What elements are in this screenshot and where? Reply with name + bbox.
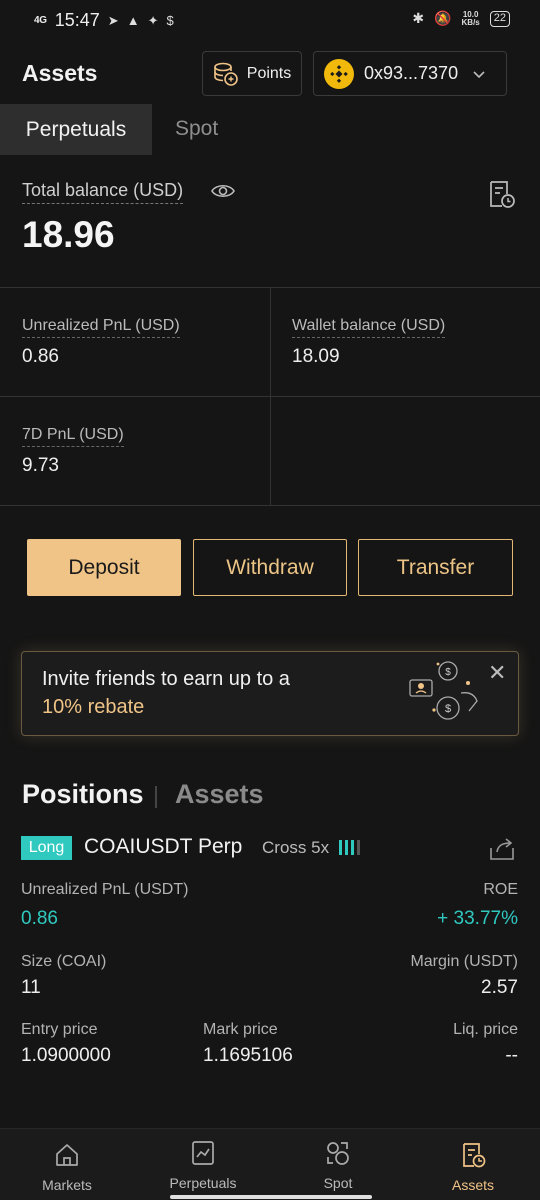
nav-markets-label: Markets: [42, 1177, 92, 1193]
network-indicator: 4G: [34, 15, 47, 26]
unrealized-pnl-label[interactable]: Unrealized PnL (USD): [22, 317, 180, 338]
position-pnl-value: 0.86: [21, 908, 58, 929]
entry-price-label: Entry price: [21, 1021, 98, 1038]
tab-perpetuals[interactable]: Perpetuals: [0, 104, 152, 155]
chevron-down-icon: [473, 70, 485, 78]
clock: 15:47: [54, 10, 100, 30]
chart-icon: [192, 1141, 214, 1165]
pnl-7d-value: 9.73: [22, 455, 59, 476]
bluetooth-icon: ✱: [412, 10, 425, 26]
size-value: 11: [21, 977, 41, 998]
mark-price-label: Mark price: [203, 1021, 278, 1038]
size-label: Size (COAI): [21, 953, 107, 970]
section-divider: [155, 786, 157, 808]
bottom-nav: Markets Perpetuals Spot Assets: [0, 1128, 540, 1200]
banner-highlight: 10% rebate: [42, 696, 145, 718]
nav-spot[interactable]: Spot: [288, 1139, 388, 1191]
status-bar: 4G 15:47 ➤ ▲ ✦ $ ✱ 🔕 10.0 KB/s 22: [0, 0, 540, 40]
close-icon[interactable]: ✕: [488, 660, 506, 686]
roe-label: ROE: [483, 881, 518, 898]
unrealized-pnl-value: 0.86: [22, 346, 59, 367]
home-icon: [56, 1144, 78, 1166]
liq-price-label: Liq. price: [453, 1021, 518, 1038]
history-icon[interactable]: [488, 180, 516, 215]
wallet-balance-label[interactable]: Wallet balance (USD): [292, 317, 446, 338]
wallet-balance-value: 18.09: [292, 346, 340, 367]
status-right: ✱ 🔕 10.0 KB/s 22: [412, 10, 510, 27]
roe-value: + 33.77%: [437, 908, 518, 929]
grid-divider-vertical: [270, 287, 271, 505]
svg-text:$: $: [445, 667, 451, 678]
transfer-button[interactable]: Transfer: [358, 539, 513, 596]
svg-text:$: $: [445, 703, 451, 715]
grid-divider: [0, 505, 540, 506]
mute-icon: 🔕: [434, 10, 452, 26]
long-badge: Long: [21, 836, 72, 860]
position-pnl-label: Unrealized PnL (USDT): [21, 881, 189, 898]
tab-assets[interactable]: Assets: [175, 779, 264, 810]
rebate-illustration-icon: $ $: [406, 658, 486, 733]
nav-spot-label: Spot: [323, 1175, 353, 1191]
app-s-icon: $: [166, 13, 174, 28]
eye-icon[interactable]: [210, 180, 236, 207]
status-left: 4G 15:47 ➤ ▲ ✦ $: [34, 10, 174, 31]
home-indicator[interactable]: [170, 1195, 372, 1199]
nav-perpetuals-label: Perpetuals: [169, 1175, 237, 1191]
entry-price-value: 1.0900000: [21, 1045, 111, 1066]
points-label: Points: [246, 64, 292, 82]
nav-markets[interactable]: Markets: [17, 1141, 117, 1193]
leverage-bars-icon: [339, 840, 360, 855]
referral-banner[interactable]: Invite friends to earn up to a 10% rebat…: [21, 651, 519, 736]
position-symbol[interactable]: COAIUSDT Perp: [84, 835, 242, 859]
page-title: Assets: [22, 60, 98, 86]
gallery-icon: ▲: [126, 13, 140, 28]
spot-icon: [327, 1142, 349, 1165]
telegram-icon: ➤: [107, 12, 119, 28]
assets-icon: [463, 1143, 486, 1168]
bnb-logo-icon: [324, 58, 354, 89]
tab-spot[interactable]: Spot: [175, 117, 218, 141]
network-speed: 10.0 KB/s: [461, 9, 480, 27]
battery-icon: 22: [489, 10, 510, 27]
nav-assets[interactable]: Assets: [423, 1141, 523, 1193]
wallet-selector[interactable]: 0x93...7370: [313, 51, 507, 96]
tab-positions[interactable]: Positions: [22, 779, 144, 810]
margin-value[interactable]: 2.57: [481, 977, 518, 999]
pnl-7d-label[interactable]: 7D PnL (USD): [22, 426, 124, 447]
margin-mode: Cross 5x: [262, 838, 330, 857]
total-balance-label[interactable]: Total balance (USD): [22, 180, 184, 204]
points-button[interactable]: Points: [202, 51, 302, 96]
wallet-address: 0x93...7370: [364, 63, 459, 83]
coins-icon: [213, 62, 238, 86]
withdraw-button[interactable]: Withdraw: [193, 539, 347, 596]
deposit-button[interactable]: Deposit: [27, 539, 181, 596]
nav-assets-label: Assets: [451, 1177, 494, 1193]
nav-perpetuals[interactable]: Perpetuals: [153, 1139, 253, 1191]
margin-label: Margin (USDT): [410, 953, 518, 970]
share-icon[interactable]: [488, 834, 516, 867]
liq-price-value: --: [505, 1045, 518, 1066]
total-balance-value: 18.96: [22, 214, 115, 255]
mark-price-value: 1.1695106: [203, 1045, 293, 1066]
banner-text: Invite friends to earn up to a: [42, 668, 290, 690]
twitter-icon: ✦: [147, 12, 159, 28]
